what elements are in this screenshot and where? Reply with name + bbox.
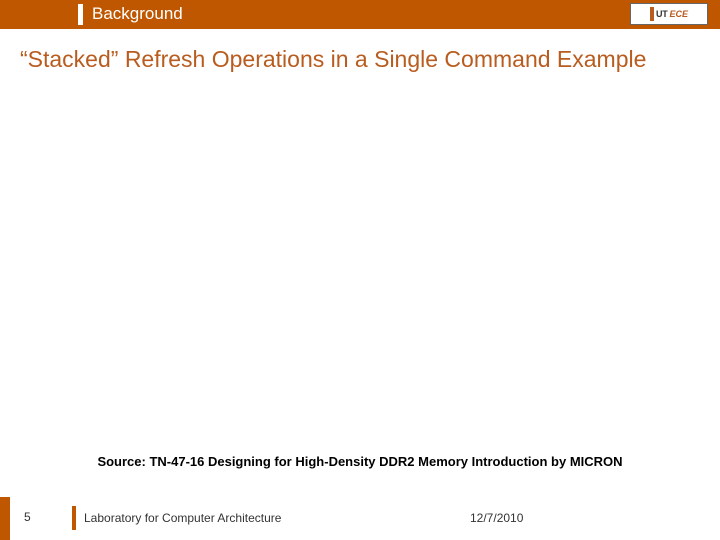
header-section-title: Background bbox=[92, 4, 183, 24]
header-accent bbox=[78, 4, 83, 25]
slide-title: “Stacked” Refresh Operations in a Single… bbox=[20, 46, 646, 73]
logo-ece: ECE bbox=[669, 9, 688, 19]
tower-icon bbox=[650, 7, 654, 21]
slide: Background UT ECE “Stacked” Refresh Oper… bbox=[0, 0, 720, 540]
footer-date: 12/7/2010 bbox=[470, 511, 523, 525]
header-bar: Background UT ECE bbox=[0, 0, 720, 29]
logo-ut: UT bbox=[656, 9, 667, 19]
footer-lab: Laboratory for Computer Architecture bbox=[84, 511, 281, 525]
source-citation: Source: TN-47-16 Designing for High-Dens… bbox=[0, 454, 720, 469]
page-number: 5 bbox=[24, 510, 31, 524]
ut-ece-logo: UT ECE bbox=[630, 3, 708, 25]
footer-accent bbox=[72, 506, 76, 530]
footer-left-bar bbox=[0, 497, 10, 540]
